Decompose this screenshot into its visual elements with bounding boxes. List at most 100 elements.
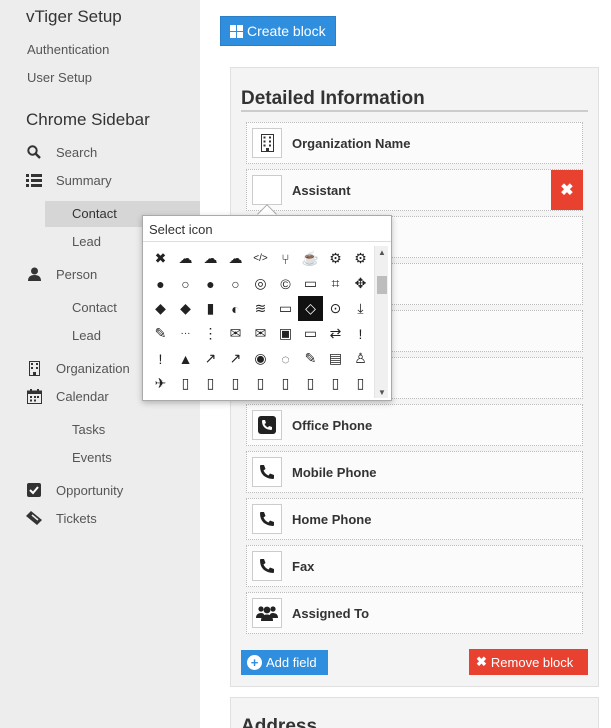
sidebar-item-search[interactable]: Search bbox=[26, 142, 97, 162]
picker-icon-option[interactable]: ✉ bbox=[223, 321, 248, 346]
picker-icon-option[interactable]: </> bbox=[248, 246, 273, 271]
create-block-label: Create block bbox=[247, 23, 326, 39]
add-field-button[interactable]: + Add field bbox=[241, 650, 328, 675]
icon-picker-popup[interactable]: Select icon ✖ ☁ ☁ ☁ </> ⑂ ☕ ⚙ ⚙ ● ○ ● ○ ◎ © ▭ ⌗ ✥ ◆ ◆ ▮ ◐ ≋ ▭ ◇ ⊙… bbox=[142, 215, 392, 401]
picker-icon-option[interactable]: ▮ bbox=[198, 296, 223, 321]
picker-icon-option[interactable]: ✎ bbox=[298, 346, 323, 371]
picker-icon-option[interactable]: ▯ bbox=[198, 371, 223, 396]
phone-icon[interactable] bbox=[252, 457, 282, 487]
phone-icon[interactable] bbox=[252, 504, 282, 534]
picker-icon-option[interactable]: ▤ bbox=[323, 346, 348, 371]
picker-icon-option[interactable]: ☕ bbox=[298, 246, 323, 271]
scroll-down-arrow[interactable]: ▼ bbox=[375, 386, 389, 398]
sidebar-item-tickets[interactable]: Tickets bbox=[26, 508, 97, 528]
building-icon[interactable] bbox=[252, 128, 282, 158]
sidebar-subitem-tasks[interactable]: Tasks bbox=[72, 422, 105, 437]
field-row[interactable]: Assistant ✖ bbox=[246, 169, 583, 211]
block-title-divider bbox=[241, 110, 588, 112]
field-row[interactable]: Organization Name bbox=[246, 122, 583, 164]
picker-icon-option[interactable]: ↗ bbox=[223, 346, 248, 371]
sidebar-item-person[interactable]: Person bbox=[26, 264, 97, 284]
sidebar-item-summary[interactable]: Summary bbox=[26, 170, 112, 190]
picker-icon-option[interactable]: ▯ bbox=[173, 371, 198, 396]
picker-icon-option[interactable]: ⋮ bbox=[198, 321, 223, 346]
picker-icon-option[interactable]: ▯ bbox=[348, 371, 373, 396]
picker-icon-option[interactable]: ◌ bbox=[273, 346, 298, 371]
field-row[interactable]: Home Phone bbox=[246, 498, 583, 540]
picker-icon-option[interactable]: ↗ bbox=[198, 346, 223, 371]
picker-icon-option[interactable]: © bbox=[273, 271, 298, 296]
picker-icon-option[interactable]: ◎ bbox=[248, 271, 273, 296]
picker-scrollbar[interactable]: ▲ ▼ bbox=[374, 246, 388, 398]
field-row[interactable]: Mobile Phone bbox=[246, 451, 583, 493]
picker-icon-option[interactable]: ▭ bbox=[298, 321, 323, 346]
picker-title: Select icon bbox=[149, 222, 213, 237]
picker-icon-option[interactable]: ⚙ bbox=[323, 246, 348, 271]
picker-icon-option[interactable]: ○ bbox=[223, 271, 248, 296]
picker-icon-option[interactable]: ☁ bbox=[173, 246, 198, 271]
picker-icon-option[interactable]: ◆ bbox=[173, 296, 198, 321]
picker-icon-option[interactable]: ☁ bbox=[198, 246, 223, 271]
picker-icon-option[interactable]: ☁ bbox=[223, 246, 248, 271]
sidebar-subitem-summary-lead[interactable]: Lead bbox=[72, 234, 101, 249]
remove-field-button[interactable]: ✖ bbox=[551, 170, 583, 210]
picker-icon-option[interactable]: ● bbox=[148, 271, 173, 296]
picker-icon-option[interactable]: ✥ bbox=[348, 271, 373, 296]
picker-icon-option[interactable]: ✖ bbox=[148, 246, 173, 271]
picker-icon-option[interactable]: ▲ bbox=[173, 346, 198, 371]
scroll-up-arrow[interactable]: ▲ bbox=[375, 246, 389, 258]
picker-icon-option[interactable]: ♙ bbox=[348, 346, 373, 371]
picker-icon-option[interactable]: ○ bbox=[173, 271, 198, 296]
remove-block-button[interactable]: ✖ Remove block bbox=[469, 649, 588, 675]
field-row[interactable]: Assigned To bbox=[246, 592, 583, 634]
users-icon[interactable] bbox=[252, 598, 282, 628]
picker-icon-option[interactable]: ! bbox=[348, 321, 373, 346]
sidebar-link-authentication[interactable]: Authentication bbox=[27, 42, 109, 57]
picker-icon-option[interactable]: ▯ bbox=[323, 371, 348, 396]
sidebar-subitem-person-contact[interactable]: Contact bbox=[72, 300, 117, 315]
picker-icon-option[interactable]: ▣ bbox=[273, 321, 298, 346]
picker-icon-option[interactable]: ◐ bbox=[223, 296, 248, 321]
picker-icon-option[interactable]: ⊙ bbox=[323, 296, 348, 321]
picker-icon-option[interactable]: ▯ bbox=[273, 371, 298, 396]
sidebar-link-user-setup[interactable]: User Setup bbox=[27, 70, 92, 85]
picker-icon-option[interactable]: ⌗ bbox=[323, 271, 348, 296]
picker-icon-option[interactable]: ▭ bbox=[273, 296, 298, 321]
picker-icon-option[interactable]: ▯ bbox=[223, 371, 248, 396]
picker-icon-option[interactable]: ▯ bbox=[248, 371, 273, 396]
picker-icon-option[interactable]: ✎ bbox=[148, 321, 173, 346]
sidebar-item-calendar[interactable]: Calendar bbox=[26, 386, 109, 406]
picker-icon-option[interactable]: ◇ bbox=[298, 296, 323, 321]
picker-icon-option[interactable]: ✉ bbox=[248, 321, 273, 346]
field-row[interactable]: Fax bbox=[246, 545, 583, 587]
field-row[interactable]: Office Phone bbox=[246, 404, 583, 446]
sidebar-subitem-summary-contact[interactable]: Contact bbox=[72, 206, 117, 221]
sidebar-item-label: Organization bbox=[56, 360, 130, 376]
picker-icon-option[interactable]: ◉ bbox=[248, 346, 273, 371]
search-icon bbox=[26, 144, 42, 160]
sidebar-item-label: Person bbox=[56, 266, 98, 282]
sidebar-subitem-events[interactable]: Events bbox=[72, 450, 112, 465]
phone-square-icon[interactable] bbox=[252, 410, 282, 440]
sidebar-item-opportunity[interactable]: Opportunity bbox=[26, 480, 123, 500]
sidebar-subitem-person-lead[interactable]: Lead bbox=[72, 328, 101, 343]
empty-icon-slot[interactable] bbox=[252, 175, 282, 205]
field-label: Assistant bbox=[292, 182, 351, 198]
scroll-thumb[interactable] bbox=[377, 276, 387, 294]
picker-icon-option[interactable]: ⑂ bbox=[273, 246, 298, 271]
picker-icon-option[interactable]: ⇄ bbox=[323, 321, 348, 346]
picker-icon-option[interactable]: ▯ bbox=[298, 371, 323, 396]
sidebar-item-organization[interactable]: Organization bbox=[26, 358, 130, 378]
picker-icon-option[interactable]: ··· bbox=[173, 321, 198, 346]
picker-icon-option[interactable]: ● bbox=[198, 271, 223, 296]
picker-icon-option[interactable]: ≋ bbox=[248, 296, 273, 321]
picker-icon-option[interactable]: ⚙ bbox=[348, 246, 373, 271]
picker-icon-option[interactable]: ! bbox=[148, 346, 173, 371]
picker-icon-option[interactable]: ⤓ bbox=[348, 296, 373, 321]
picker-icon-option[interactable]: ▭ bbox=[298, 271, 323, 296]
picker-icon-option[interactable]: ✈ bbox=[148, 371, 173, 396]
create-block-button[interactable]: Create block bbox=[220, 16, 336, 46]
field-label: Fax bbox=[292, 558, 315, 574]
phone-icon[interactable] bbox=[252, 551, 282, 581]
picker-icon-option[interactable]: ◆ bbox=[148, 296, 173, 321]
